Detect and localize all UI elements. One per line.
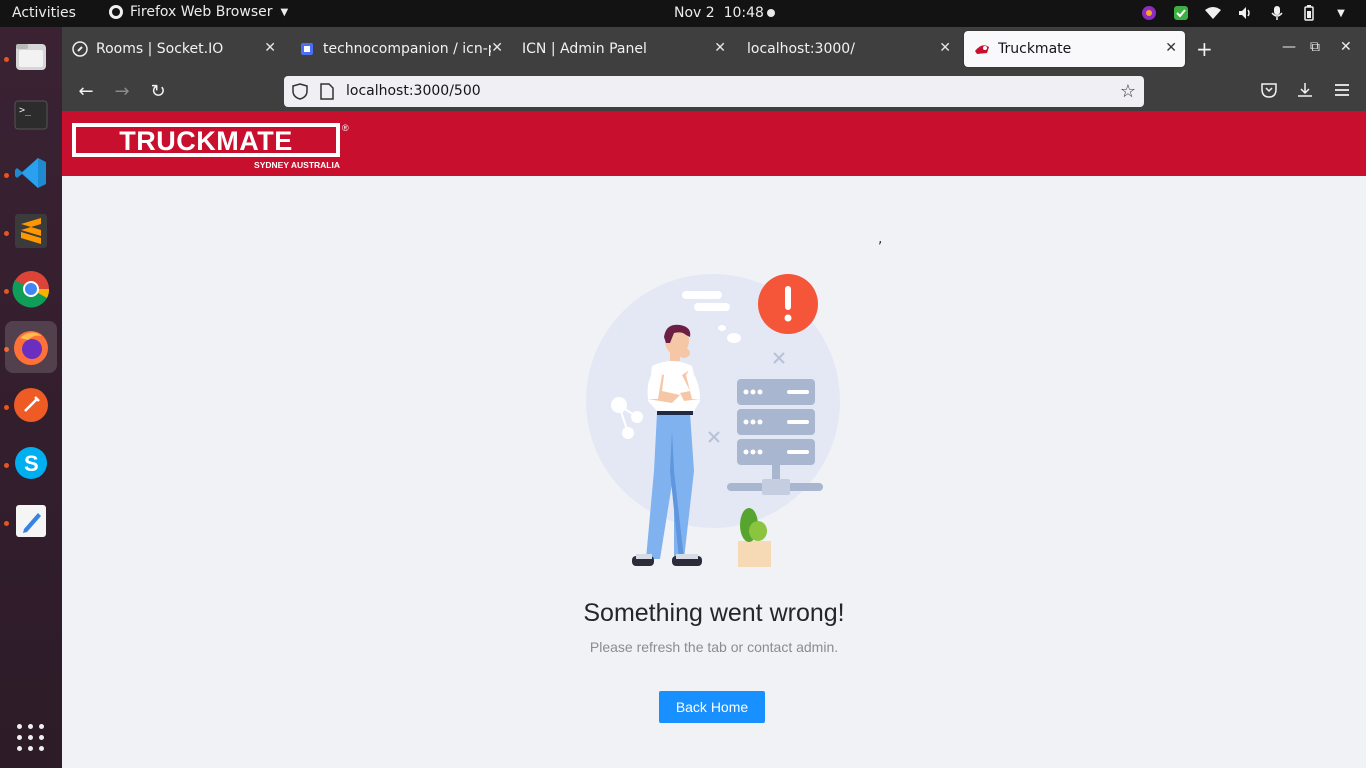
url-text[interactable]: localhost:3000/500 [346, 83, 481, 99]
tab-technocompanion[interactable]: technocompanion / icn-pl ✕ [289, 31, 511, 67]
hamburger-menu-icon[interactable] [1333, 81, 1351, 99]
svg-text:SYDNEY AUSTRALIA: SYDNEY AUSTRALIA [254, 160, 340, 170]
tray-app-icon[interactable] [1140, 4, 1158, 22]
skype-icon[interactable]: S [5, 437, 57, 489]
back-button[interactable]: ← [76, 81, 96, 102]
show-applications-icon[interactable] [17, 724, 45, 752]
close-tab-icon[interactable]: ✕ [491, 40, 503, 56]
text-editor-icon[interactable] [5, 495, 57, 547]
alert-icon [758, 274, 818, 334]
potted-plant [738, 508, 771, 567]
tab-label: technocompanion / icn-pl [323, 41, 491, 57]
tab-icn-admin[interactable]: ICN | Admin Panel ✕ [512, 31, 734, 67]
tab-label: localhost:3000/ [747, 41, 855, 57]
close-tab-icon[interactable]: ✕ [264, 40, 276, 56]
page-icon[interactable] [320, 83, 334, 100]
microphone-icon[interactable] [1268, 4, 1286, 22]
back-home-button[interactable]: Back Home [659, 691, 765, 723]
close-window-icon[interactable]: ✕ [1340, 39, 1352, 55]
firefox-small-icon [109, 5, 123, 19]
tab-rooms-socketio[interactable]: Rooms | Socket.IO ✕ [62, 31, 284, 67]
application-dock: >_ S [0, 27, 62, 768]
close-tab-icon[interactable]: ✕ [714, 40, 726, 56]
tray-shield-icon[interactable] [1172, 4, 1190, 22]
chevron-down-icon: ▼ [280, 6, 289, 18]
tab-label: Rooms | Socket.IO [96, 41, 224, 57]
terminal-icon[interactable]: >_ [5, 89, 57, 141]
files-icon[interactable] [5, 31, 57, 83]
wifi-icon[interactable] [1204, 4, 1222, 22]
error-title: Something went wrong! [583, 599, 845, 627]
bookmark-star-icon[interactable]: ☆ [1120, 81, 1136, 102]
battery-icon[interactable] [1300, 4, 1318, 22]
tab-truckmate[interactable]: Truckmate ✕ [964, 31, 1185, 67]
tab-label: Truckmate [998, 41, 1072, 57]
error-subtitle: Please refresh the tab or contact admin. [589, 639, 839, 655]
system-top-bar: Activities Firefox Web Browser ▼ Nov 2 1… [0, 0, 1366, 27]
activities-button[interactable]: Activities [12, 5, 76, 21]
notification-dot [767, 9, 775, 17]
svg-text:S: S [24, 451, 39, 476]
truckmate-logo[interactable]: TRUCKMATE ® SYDNEY AUSTRALIA [72, 121, 354, 171]
stray-character: , [878, 231, 883, 247]
url-bar[interactable]: localhost:3000/500 ☆ [284, 76, 1144, 107]
browser-tab-bar: Rooms | Socket.IO ✕ technocompanion / ic… [62, 27, 1366, 71]
svg-text:®: ® [342, 123, 349, 133]
app-menu-label: Firefox Web Browser [130, 4, 273, 20]
gitlab-favicon-icon [301, 43, 313, 55]
date: Nov 2 [674, 5, 715, 21]
socketio-favicon-icon [72, 41, 88, 57]
power-menu-icon[interactable]: ▼ [1332, 4, 1350, 22]
site-header: TRUCKMATE ® SYDNEY AUSTRALIA [62, 111, 1366, 176]
tab-label: ICN | Admin Panel [522, 41, 647, 57]
forward-button[interactable]: → [112, 81, 132, 102]
svg-text:TRUCKMATE: TRUCKMATE [119, 126, 292, 156]
pocket-icon[interactable] [1260, 81, 1278, 99]
shield-icon[interactable] [292, 83, 308, 100]
system-tray[interactable]: ▼ [1140, 4, 1350, 22]
postman-icon[interactable] [5, 379, 57, 431]
maximize-icon[interactable]: ⧉ [1310, 39, 1320, 55]
truckmate-favicon-icon [975, 45, 989, 54]
new-tab-button[interactable]: + [1196, 37, 1213, 61]
browser-nav-bar: ← → ↻ localhost:3000/500 ☆ [62, 71, 1366, 111]
vscode-icon[interactable] [5, 147, 57, 199]
reload-button[interactable]: ↻ [148, 81, 168, 102]
app-menu[interactable]: Firefox Web Browser ▼ [108, 4, 288, 20]
page-content: TRUCKMATE ® SYDNEY AUSTRALIA , Something… [62, 111, 1366, 768]
firefox-icon[interactable] [5, 321, 57, 373]
close-tab-icon[interactable]: ✕ [939, 40, 951, 56]
close-tab-icon[interactable]: ✕ [1165, 40, 1177, 56]
sublime-icon[interactable] [5, 205, 57, 257]
minimize-icon[interactable]: — [1282, 39, 1296, 55]
clock[interactable]: Nov 2 10:48 [674, 5, 764, 21]
chrome-icon[interactable] [5, 263, 57, 315]
volume-icon[interactable] [1236, 4, 1254, 22]
time: 10:48 [723, 5, 764, 21]
error-illustration [586, 274, 840, 567]
tab-localhost[interactable]: localhost:3000/ ✕ [737, 31, 959, 67]
svg-text:>_: >_ [19, 105, 32, 116]
downloads-icon[interactable] [1296, 81, 1314, 99]
